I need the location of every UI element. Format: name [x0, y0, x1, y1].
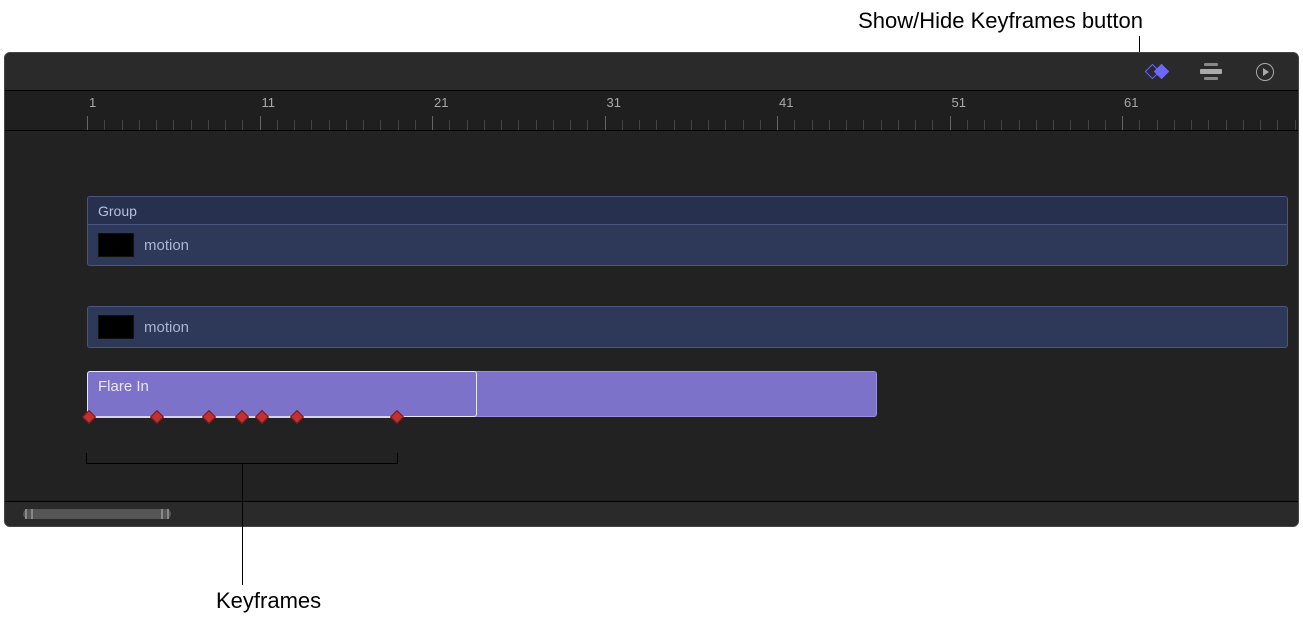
motion-clip-2[interactable]: motion	[87, 306, 1288, 348]
group-header[interactable]: Group	[87, 196, 1288, 224]
motion-clip-1[interactable]: motion	[87, 224, 1288, 266]
callout-brace-keyframes	[86, 453, 398, 471]
keyframe-marker[interactable]	[290, 410, 304, 424]
snapping-button[interactable]	[1196, 57, 1226, 87]
zoom-play-button[interactable]	[1250, 57, 1280, 87]
ruler-tick-label: 1	[89, 95, 96, 110]
show-hide-keyframes-button[interactable]	[1142, 57, 1172, 87]
callout-show-hide-keyframes: Show/Hide Keyframes button	[858, 8, 1143, 34]
clip-label: motion	[144, 237, 189, 254]
callout-line-bottom	[242, 475, 243, 585]
callout-keyframes-label: Keyframes	[216, 588, 321, 614]
snap-icon	[1200, 63, 1222, 80]
ruler-tick-label: 31	[607, 95, 621, 110]
keyframe-marker[interactable]	[390, 410, 404, 424]
keyframe-track[interactable]	[87, 413, 477, 421]
keyframe-marker[interactable]	[235, 410, 249, 424]
ruler-tick-label: 41	[779, 95, 793, 110]
ruler-tick-label: 21	[434, 95, 448, 110]
tracks-area: Group motion motion Flare In	[5, 131, 1298, 501]
keyframes-icon	[1147, 66, 1167, 77]
ruler-tick-label: 51	[952, 95, 966, 110]
effect-label: Flare In	[98, 378, 149, 395]
clip-label: motion	[144, 319, 189, 336]
group-track[interactable]: Group motion	[87, 196, 1288, 266]
flare-in-clip[interactable]: Flare In	[87, 371, 877, 417]
clip-thumbnail	[98, 233, 134, 257]
ruler-tick-label: 11	[262, 95, 276, 110]
play-in-circle-icon	[1256, 63, 1274, 81]
clip-thumbnail	[98, 315, 134, 339]
keyframe-marker[interactable]	[150, 410, 164, 424]
group-label: Group	[98, 203, 137, 219]
ruler-tick-label: 61	[1124, 95, 1138, 110]
timeline-toolbar	[5, 53, 1298, 91]
keyframe-marker[interactable]	[82, 410, 96, 424]
horizontal-scrollbar[interactable]	[23, 509, 171, 519]
keyframe-marker[interactable]	[255, 410, 269, 424]
timeline-ruler[interactable]: 1112131415161	[5, 91, 1298, 131]
motion-track-2[interactable]: motion	[87, 306, 1288, 348]
timeline-scroll-area	[5, 501, 1298, 526]
keyframe-marker[interactable]	[202, 410, 216, 424]
